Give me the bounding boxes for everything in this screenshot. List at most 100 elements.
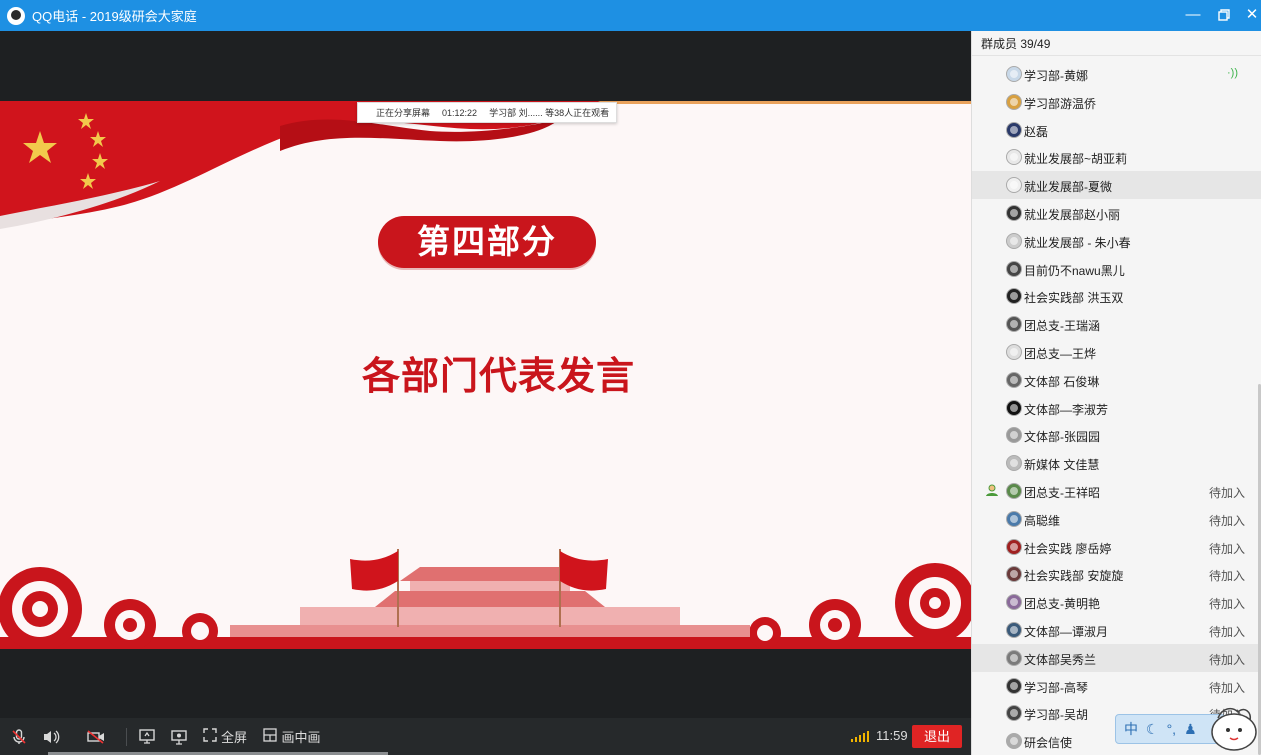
member-name: 新媒体 文佳慧 <box>1024 458 1100 473</box>
member-avatar <box>1006 316 1022 333</box>
member-row[interactable]: 团总支—王烨 <box>972 338 1261 366</box>
member-name: 研会信使 <box>1024 736 1073 751</box>
host-user-icon <box>986 484 998 496</box>
member-row[interactable]: 学习部-高琴 待加入 <box>972 672 1261 700</box>
controls-divider <box>126 727 127 746</box>
member-row[interactable]: 学习部游温侨 <box>972 88 1261 116</box>
member-name: 学习部游温侨 <box>1024 96 1097 111</box>
member-name: 团总支—王烨 <box>1024 346 1097 361</box>
call-controls-bar: 全屏 画中画 11:59 退出 <box>0 718 971 755</box>
member-avatar <box>1006 538 1022 555</box>
member-avatar <box>1006 177 1022 194</box>
member-name: 文体部 石俊琳 <box>1024 374 1100 389</box>
member-row[interactable]: 团总支-黄明艳 待加入 <box>972 588 1261 616</box>
member-status: 待加入 <box>1209 652 1246 667</box>
members-header-divider <box>972 55 1261 56</box>
member-row[interactable]: 社会实践 廖岳婷 待加入 <box>972 533 1261 561</box>
member-avatar <box>1006 371 1022 388</box>
member-avatar <box>1006 594 1022 611</box>
member-name: 社会实践部 安旋旋 <box>1024 569 1124 584</box>
member-row[interactable]: 就业发展部~胡亚莉 <box>972 143 1261 171</box>
member-row[interactable]: 目前仍不nawu黑儿 <box>972 255 1261 283</box>
speaking-indicator-icon: ·)) <box>1227 67 1238 79</box>
member-name: 团总支-黄明艳 <box>1024 597 1100 612</box>
speaker-icon[interactable] <box>38 718 64 755</box>
member-avatar <box>1006 677 1022 694</box>
member-status: 待加入 <box>1209 680 1246 695</box>
member-name: 就业发展部~胡亚莉 <box>1024 152 1128 167</box>
tiananmen-clouds-decoration <box>0 549 971 649</box>
member-name: 学习部-黄娜 <box>1024 69 1088 83</box>
camera-off-icon[interactable] <box>72 718 120 755</box>
member-row[interactable]: 团总支-王祥昭 待加入 <box>972 477 1261 505</box>
member-name: 社会实践 廖岳婷 <box>1024 541 1112 556</box>
member-row[interactable]: 团总支-王瑞涵 <box>972 310 1261 338</box>
member-avatar <box>1006 149 1022 166</box>
member-name: 文体部—谭淑月 <box>1024 624 1109 639</box>
member-name: 社会实践部 洪玉双 <box>1024 291 1124 306</box>
member-status: 待加入 <box>1209 597 1246 612</box>
video-stage: 正在分享屏幕 01:12:22 学习部 刘...... 等38人正在观看 第四部… <box>0 31 971 718</box>
member-name: 文体部—李淑芳 <box>1024 402 1109 417</box>
pip-label: 画中画 <box>281 730 321 745</box>
signal-icon <box>851 731 869 742</box>
share-status-text: 正在分享屏幕 <box>376 108 431 118</box>
member-avatar <box>1006 566 1022 583</box>
member-name: 团总支-王瑞涵 <box>1024 319 1100 334</box>
moon-icon[interactable]: ☾ <box>1146 721 1159 738</box>
shared-screen-slide: 正在分享屏幕 01:12:22 学习部 刘...... 等38人正在观看 第四部… <box>0 101 971 649</box>
member-avatar <box>1006 288 1022 305</box>
member-row[interactable]: 就业发展部赵小丽 <box>972 199 1261 227</box>
member-row[interactable]: 文体部-张园园 <box>972 421 1261 449</box>
member-row[interactable]: 文体部—谭淑月 待加入 <box>972 616 1261 644</box>
member-name: 文体部-张园园 <box>1024 430 1100 445</box>
member-name: 学习部-吴胡 <box>1024 708 1088 723</box>
member-name: 团总支-王祥昭 <box>1024 485 1100 500</box>
member-avatar <box>1006 204 1022 221</box>
exit-call-button[interactable]: 退出 <box>912 725 962 748</box>
member-avatar <box>1006 621 1022 638</box>
close-icon[interactable]: ✕ <box>1241 4 1261 26</box>
member-row[interactable]: 学习部-黄娜 ·)) <box>972 60 1261 88</box>
member-name: 目前仍不nawu黑儿 <box>1024 263 1125 278</box>
presentation-icon[interactable] <box>161 718 197 755</box>
user-icon[interactable]: ♟ <box>1184 721 1197 738</box>
member-row[interactable]: 文体部 石俊琳 <box>972 366 1261 394</box>
member-avatar <box>1006 482 1022 499</box>
member-name: 学习部-高琴 <box>1024 680 1088 695</box>
screen-share-icon[interactable] <box>133 718 161 755</box>
member-row[interactable]: 高聪维 待加入 <box>972 505 1261 533</box>
picture-in-picture-button[interactable]: 画中画 <box>257 718 327 755</box>
qq-call-logo-icon <box>7 6 25 25</box>
mic-muted-icon[interactable] <box>0 718 38 755</box>
members-list: 学习部-黄娜 ·)) 学习部游温侨 赵磊就业发展部~胡亚莉就业发展部-夏微 就业发展部赵… <box>972 60 1261 755</box>
member-row[interactable]: 文体部吴秀兰 待加入 <box>972 643 1261 672</box>
member-avatar <box>1006 510 1022 527</box>
share-duration: 01:12:22 <box>442 107 478 118</box>
member-name: 高聪维 <box>1024 513 1061 528</box>
section-title-pill: 第四部分 <box>378 216 596 268</box>
member-avatar <box>1006 399 1022 416</box>
member-row[interactable]: 社会实践部 安旋旋 待加入 <box>972 560 1261 588</box>
member-row[interactable]: 新媒体 文佳慧 <box>972 449 1261 477</box>
member-row[interactable]: 就业发展部-夏微 <box>972 171 1261 199</box>
member-row[interactable]: 文体部—李淑芳 <box>972 394 1261 422</box>
fullscreen-icon <box>203 728 217 745</box>
member-status: 待加入 <box>1209 569 1246 584</box>
minimize-icon[interactable]: — <box>1182 4 1204 26</box>
punctuation-icon[interactable]: °, <box>1167 721 1177 737</box>
fullscreen-button[interactable]: 全屏 <box>197 718 253 755</box>
member-avatar <box>1006 649 1022 666</box>
slide-headline: 各部门代表发言 <box>361 356 635 398</box>
member-row[interactable]: 社会实践部 洪玉双 <box>972 282 1261 310</box>
ime-chinese-mode[interactable]: 中 <box>1124 719 1138 739</box>
restore-icon[interactable] <box>1213 4 1235 26</box>
ime-mascot-icon[interactable] <box>1204 704 1258 752</box>
member-avatar <box>1006 455 1022 472</box>
member-name: 赵磊 <box>1024 124 1049 139</box>
member-row[interactable]: 赵磊 <box>972 116 1261 144</box>
fullscreen-label: 全屏 <box>220 730 247 745</box>
member-status: 待加入 <box>1209 513 1246 528</box>
member-row[interactable]: 就业发展部 - 朱小春 <box>972 227 1261 255</box>
member-avatar <box>1006 232 1022 249</box>
